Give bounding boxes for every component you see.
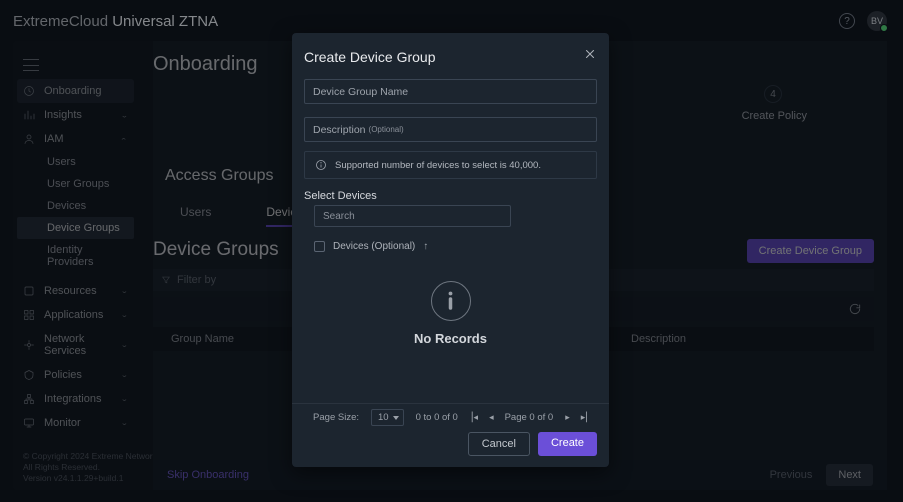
select-all-checkbox[interactable] bbox=[314, 241, 325, 252]
info-text: Supported number of devices to select is… bbox=[335, 160, 541, 171]
empty-state: No Records bbox=[292, 281, 609, 346]
input-placeholder: Device Group Name bbox=[313, 86, 408, 98]
select-devices-label: Select Devices bbox=[304, 190, 377, 202]
modal-pager: Page Size: 10 0 to 0 of 0 ⎮◂ ◂ Page 0 of… bbox=[292, 403, 609, 431]
info-circle-icon bbox=[431, 281, 471, 321]
page-of-text: Page 0 of 0 bbox=[505, 412, 554, 423]
device-search-input[interactable]: Search bbox=[314, 205, 511, 227]
pager-next-icon[interactable]: ▸ bbox=[565, 412, 569, 423]
page-size-select[interactable]: 10 bbox=[371, 409, 404, 426]
page-size-label: Page Size: bbox=[313, 412, 359, 423]
close-icon[interactable] bbox=[583, 47, 597, 61]
pager-last-icon[interactable]: ▸⎮ bbox=[581, 412, 588, 423]
create-button[interactable]: Create bbox=[538, 432, 597, 456]
pager-first-icon[interactable]: ⎮◂ bbox=[470, 412, 477, 423]
info-icon bbox=[315, 159, 327, 171]
pager-prev-icon[interactable]: ◂ bbox=[489, 412, 493, 423]
page-range-text: 0 to 0 of 0 bbox=[416, 412, 458, 423]
cancel-button[interactable]: Cancel bbox=[468, 432, 530, 456]
sort-arrow-up-icon[interactable]: ↑ bbox=[423, 241, 428, 252]
optional-tag: (Optional) bbox=[369, 125, 404, 134]
info-banner: Supported number of devices to select is… bbox=[304, 151, 597, 179]
input-placeholder: Description bbox=[313, 124, 366, 136]
create-device-group-modal: Create Device Group Device Group Name De… bbox=[292, 33, 609, 467]
empty-text: No Records bbox=[292, 331, 609, 346]
sort-column-label[interactable]: Devices (Optional) bbox=[333, 241, 415, 252]
input-placeholder: Search bbox=[323, 211, 355, 222]
device-group-name-input[interactable]: Device Group Name bbox=[304, 79, 597, 104]
description-input[interactable]: Description (Optional) bbox=[304, 117, 597, 142]
modal-title: Create Device Group bbox=[304, 49, 436, 65]
